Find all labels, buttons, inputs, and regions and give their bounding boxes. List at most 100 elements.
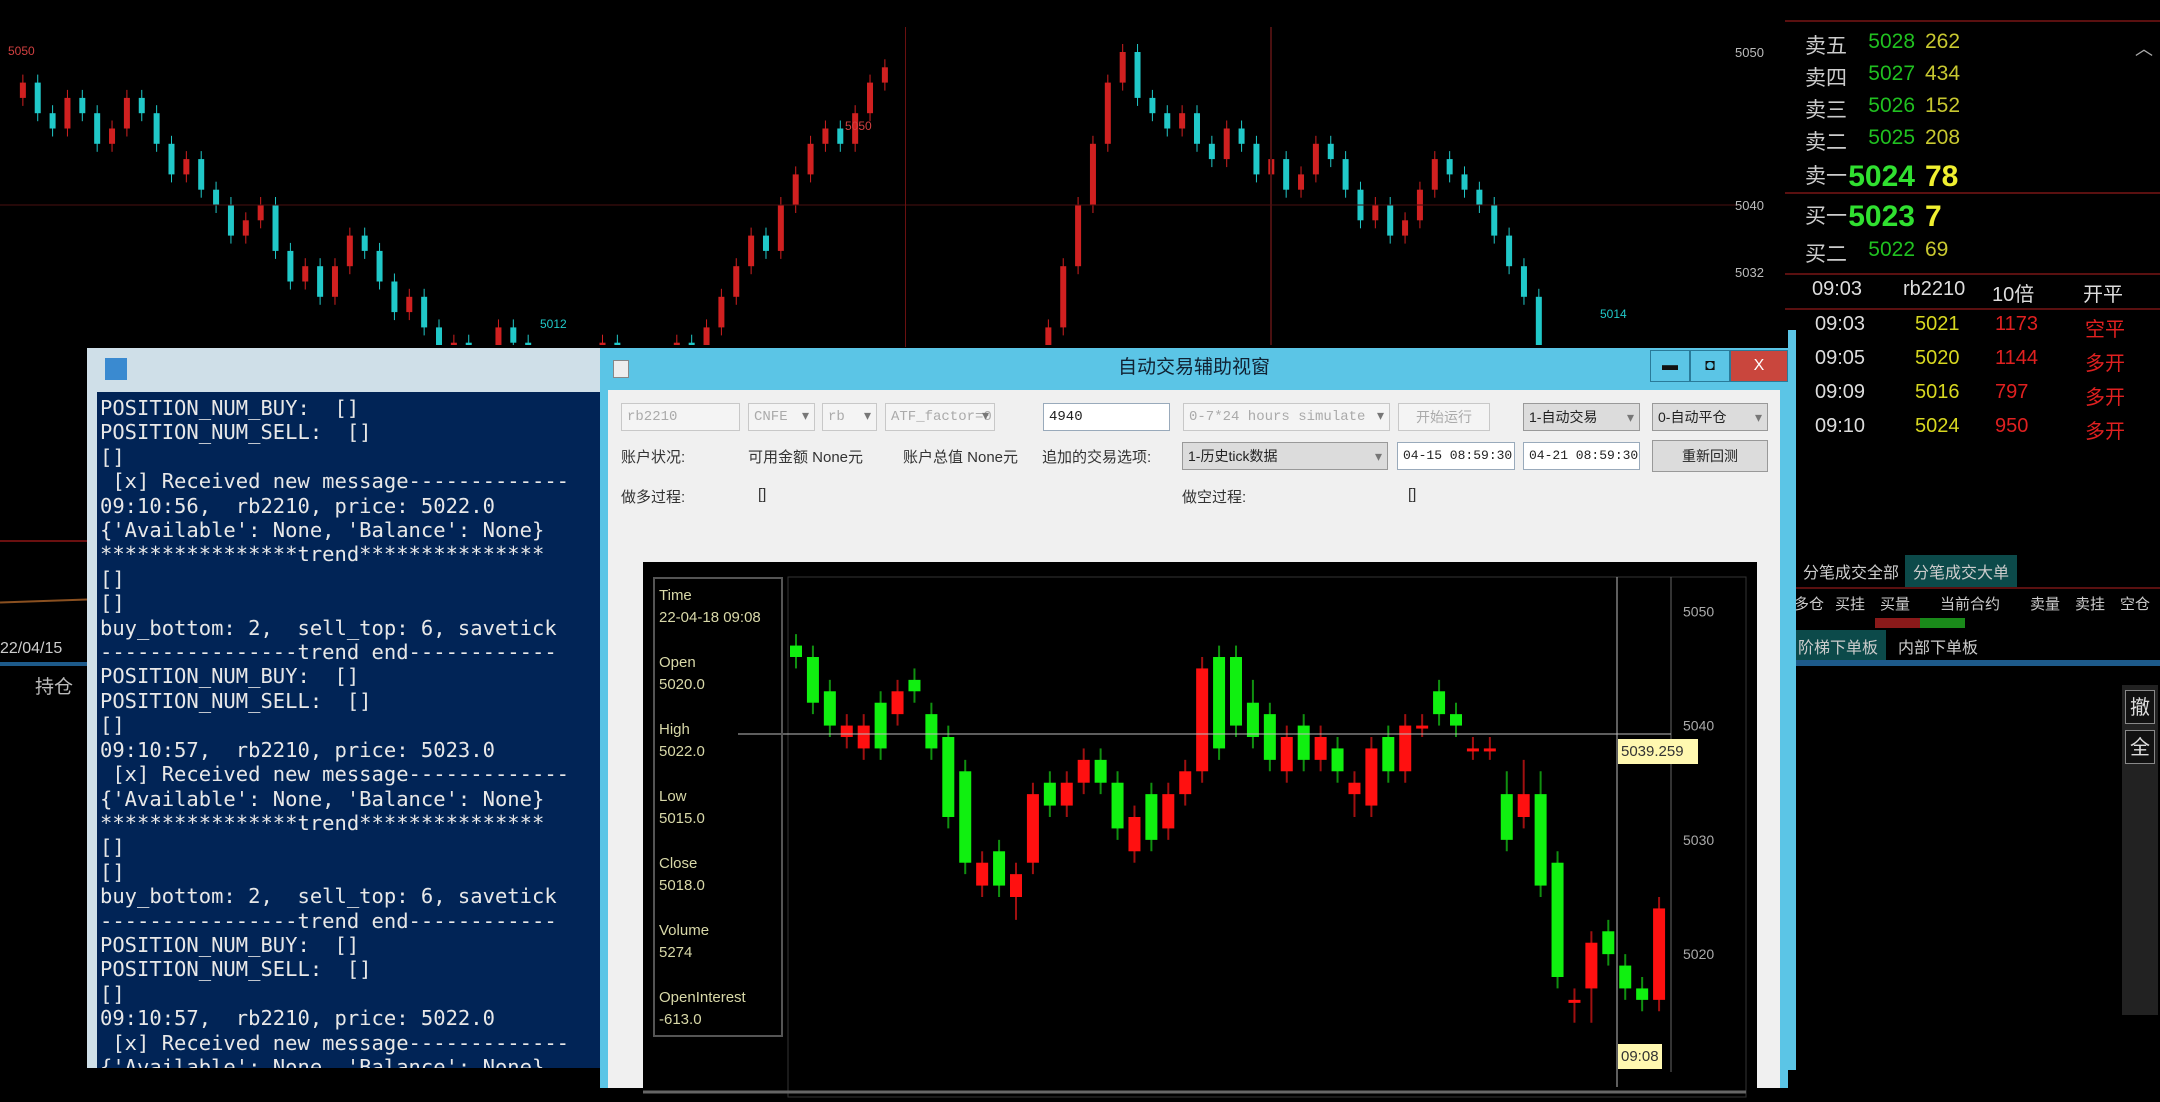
divider (1790, 587, 2160, 589)
factor-select[interactable]: ATF_factor=0.1 (885, 403, 995, 431)
trades-header: 09:03 rb2210 10倍 开平 (1800, 278, 2150, 312)
mode-select[interactable]: 0-7*24 hours simulate (1183, 403, 1390, 431)
candle (1534, 794, 1547, 886)
bg-candle (822, 128, 829, 144)
candle (806, 657, 819, 703)
account-label: 账户状况: (621, 449, 686, 466)
trade-row: 09:09 5016 797 多开 (1800, 381, 2150, 415)
end-date-input[interactable]: 04-21 08:59:30 (1523, 442, 1640, 470)
tab-large-trades[interactable]: 分笔成交大单 (1905, 555, 2018, 587)
bg-candle (123, 97, 130, 129)
order-book-row[interactable]: 买一 5023 7 (1795, 200, 2155, 233)
info-value: -613.0 (659, 1011, 702, 1028)
bg-candle (1104, 82, 1111, 144)
all-button[interactable]: 全 (2125, 730, 2155, 764)
console-line: [] (100, 566, 125, 591)
console-line: POSITION_NUM_SELL: [] (100, 420, 372, 445)
bg-candle (198, 159, 205, 190)
order-book-row[interactable]: 卖二 5025 208 (1795, 126, 2155, 156)
console-line: POSITION_NUM_SELL: [] (100, 957, 372, 982)
bg-candle (287, 250, 294, 282)
exchange-select[interactable]: CNFE (748, 403, 815, 431)
info-value: 5015.0 (659, 810, 705, 827)
maximize-button[interactable]: ◘ (1690, 350, 1730, 382)
bg-candle (302, 266, 309, 282)
order-book-row[interactable]: 卖三 5026 152 (1795, 94, 2155, 124)
candle (925, 714, 938, 749)
tab-all-trades[interactable]: 分笔成交全部 (1795, 555, 1907, 587)
divider (1785, 308, 2160, 310)
window-client: rb2210 CNFE rb ATF_factor=0.1 4940 0-7*2… (608, 390, 1780, 1102)
bg-candle (1342, 159, 1349, 190)
order-book-row[interactable]: 买二 5022 69 (1795, 238, 2155, 268)
order-book-row[interactable]: 卖五 5028 262 (1795, 30, 2155, 60)
bg-candle (49, 113, 56, 129)
symbol-input[interactable]: rb2210 (621, 403, 740, 431)
start-date-input[interactable]: 04-15 08:59:30 (1397, 442, 1515, 470)
level-price: 5026 (1868, 94, 1915, 117)
product-select[interactable]: rb (822, 403, 877, 431)
info-key: Open (659, 654, 696, 671)
candle (1060, 782, 1073, 806)
candlestick-chart[interactable]: 505050405030502022:20:0022:30:0022:40:00… (643, 562, 1757, 1102)
available-amount: 可用金额 None元 (748, 449, 864, 466)
bg-candle (1193, 113, 1200, 144)
position-label: 持仓 (35, 677, 74, 698)
candle (1500, 794, 1513, 840)
collapse-icon[interactable]: ︿ (2135, 35, 2153, 61)
trade-price: 5024 (1915, 415, 1960, 437)
bg-candle (1208, 143, 1215, 160)
candle (1111, 782, 1124, 829)
console-line: [x] Received new message------------- (100, 469, 569, 494)
price-input[interactable]: 4940 (1043, 403, 1170, 431)
order-book-row[interactable]: 卖一 5024 78 (1795, 160, 2155, 193)
console-line: buy_bottom: 2, sell_top: 6, savetick (100, 615, 557, 640)
tab-ladder-order[interactable]: 阶梯下单板 (1790, 630, 1887, 662)
auto-close-select[interactable]: 0-自动平仓 (1652, 403, 1768, 431)
console-output[interactable]: POSITION_NUM_BUY: [] POSITION_NUM_SELL: [… (97, 392, 602, 1068)
bg-candle (1060, 266, 1067, 328)
minimize-button[interactable]: ▬ (1650, 350, 1690, 382)
bg-candle (1253, 143, 1260, 175)
bg-candle (1238, 128, 1245, 144)
bg-candle (19, 82, 26, 98)
divider (1785, 273, 2160, 275)
order-book-row[interactable]: 卖四 5027 434 (1795, 62, 2155, 92)
start-button[interactable]: 开始运行 (1398, 403, 1490, 431)
level-label: 卖四 (1805, 67, 1847, 90)
crosshair-time-label: 09:08 (1618, 1044, 1662, 1069)
cancel-button[interactable]: 撤 (2125, 690, 2155, 724)
level-price: 5022 (1868, 238, 1915, 261)
candle (1162, 794, 1175, 829)
candle (1094, 759, 1107, 783)
level-label: 卖三 (1805, 99, 1847, 122)
info-key: Time (659, 587, 692, 604)
console-line: [] (100, 713, 125, 738)
level-label: 卖一 (1805, 165, 1847, 188)
bg-price-label: 5050 (1735, 45, 1764, 60)
short-process-label: 做空过程: (1182, 489, 1247, 506)
trade-volume: 1144 (1995, 347, 2039, 369)
level-qty: 434 (1925, 62, 1961, 85)
level-qty: 69 (1925, 238, 1949, 261)
level-price: 5025 (1868, 126, 1915, 149)
candle (1077, 759, 1090, 783)
candle (1297, 725, 1310, 760)
tab-internal-order[interactable]: 内部下单板 (1890, 630, 1986, 662)
order-panel: 分笔成交全部 分笔成交大单 多仓 买挂 买量 当前合约 卖量 卖挂 空仓 阶梯下单板 内部下… (1790, 555, 2160, 1067)
bg-candle (34, 82, 41, 114)
candle (1280, 737, 1293, 772)
trade-volume: 950 (1995, 415, 2029, 437)
candle (1246, 702, 1259, 737)
console-line: POSITION_NUM_BUY: [] (100, 664, 360, 689)
close-button[interactable]: X (1730, 350, 1788, 382)
auto-trade-select[interactable]: 1-自动交易 (1523, 403, 1640, 431)
y-tick-label: 5050 (1683, 603, 1714, 619)
candle (1450, 714, 1462, 726)
info-value: 5020.0 (659, 676, 705, 693)
level-label: 卖五 (1805, 35, 1847, 58)
trade-row: 09:03 5021 1173 空平 (1800, 313, 2150, 347)
extra-option-select[interactable]: 1-历史tick数据 (1182, 442, 1388, 470)
rerun-backtest-button[interactable]: 重新回测 (1652, 440, 1768, 472)
candle (1636, 988, 1649, 1000)
